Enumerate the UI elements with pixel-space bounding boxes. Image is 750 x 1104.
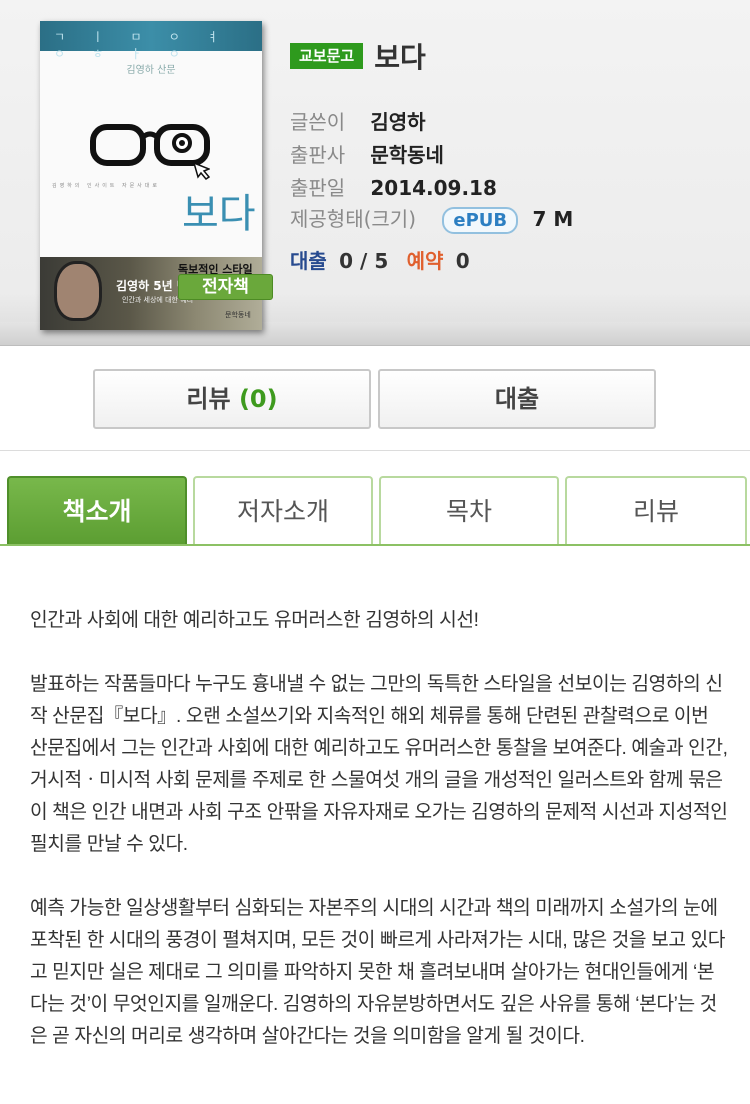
tab-reviews[interactable]: 리뷰 — [565, 476, 747, 544]
action-bar: 리뷰 (0) 대출 — [0, 346, 750, 451]
book-title: 보다 — [374, 41, 426, 74]
review-button[interactable]: 리뷰 (0) — [93, 369, 371, 429]
author-value: 김영하 — [370, 110, 426, 134]
tab-bar: 책소개 저자소개 목차 리뷰 — [0, 476, 750, 546]
tab-book-intro[interactable]: 책소개 — [7, 476, 187, 544]
review-button-label: 리뷰 — [186, 385, 231, 413]
pubdate-value: 2014.09.18 — [370, 176, 497, 200]
format-row: 제공형태(크기) ePUB 7 M — [290, 203, 573, 234]
loan-value: 0 / 5 — [339, 249, 389, 273]
file-size: 7 M — [532, 207, 574, 231]
review-count: (0) — [238, 385, 278, 413]
cover-author-line: 김영하 산문 — [126, 65, 176, 76]
description-headline: 인간과 사회에 대한 예리하고도 유머러스한 김영하의 시선! — [30, 610, 479, 631]
publisher-row: 출판사 문학동네 — [290, 139, 444, 168]
author-label: 글쓴이 — [290, 110, 346, 134]
glasses-icon — [90, 124, 210, 180]
loan-button[interactable]: 대출 — [378, 369, 656, 429]
loan-label: 대출 — [290, 249, 327, 273]
ebook-badge: 전자책 — [178, 274, 273, 300]
cover-publisher-mark: 문학동네 — [225, 311, 251, 319]
reserve-label: 예약 — [406, 249, 444, 273]
cover-top-band-text: ㄱ ㅣ ㅁ ㅇ ㅕ ㅇ ㅎ ㅏ ㅇ — [54, 30, 229, 61]
loan-status-row: 대출 0 / 5 예약 0 — [290, 245, 470, 274]
author-row: 글쓴이 김영하 — [290, 106, 426, 135]
provider-badge: 교보문고 — [290, 43, 364, 69]
description-paragraph: 발표하는 작품들마다 누구도 흉내낼 수 없는 그만의 독특한 스타일을 선보이… — [30, 674, 728, 855]
tab-contents[interactable]: 목차 — [379, 476, 559, 544]
pubdate-row: 출판일 2014.09.18 — [290, 172, 497, 201]
tab-author-intro[interactable]: 저자소개 — [193, 476, 373, 544]
author-portrait — [54, 261, 102, 321]
publisher-label: 출판사 — [290, 143, 346, 167]
format-label: 제공형태(크기) — [290, 207, 417, 231]
cover-title: 보다 — [182, 191, 256, 237]
cover-top-band: ㄱ ㅣ ㅁ ㅇ ㅕ ㅇ ㅎ ㅏ ㅇ — [40, 21, 262, 61]
description-paragraph: 예측 가능한 일상생활부터 심화되는 자본주의 시대의 시간과 책의 미래까지 … — [30, 898, 726, 1047]
cover-subtitle: 김영하의 인사이트 자문사대로 — [52, 183, 160, 189]
pubdate-label: 출판일 — [290, 176, 346, 200]
publisher-value: 문학동네 — [370, 143, 444, 167]
reserve-value: 0 — [455, 249, 470, 273]
book-description: 인간과 사회에 대한 예리하고도 유머러스한 김영하의 시선! 발표하는 작품들… — [30, 605, 730, 1085]
format-badge: ePUB — [442, 207, 519, 234]
title-row: 교보문고 보다 — [290, 36, 426, 76]
